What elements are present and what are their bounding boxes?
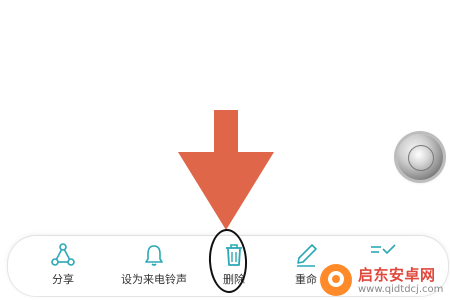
assistive-touch-inner (408, 145, 434, 171)
bell-icon (145, 245, 163, 266)
set-ringtone-button[interactable]: 设为来电铃声 (104, 236, 204, 296)
share-icon (51, 243, 75, 266)
watermark-title: 启东安卓网 (358, 266, 436, 284)
annotation-arrow (178, 110, 274, 230)
assistive-touch-button[interactable] (397, 134, 443, 180)
watermark-logo (320, 264, 352, 296)
set-ringtone-label: 设为来电铃声 (121, 273, 187, 286)
share-label: 分享 (52, 273, 74, 286)
watermark-url: www.qidtdcj.com (358, 284, 444, 295)
watermark: 启东安卓网 www.qidtdcj.com (316, 258, 450, 300)
screen: 分享 设为来电铃声 删除 重命 启东安卓网 www.qidtdcj.com (0, 0, 450, 300)
share-button[interactable]: 分享 (38, 236, 88, 296)
